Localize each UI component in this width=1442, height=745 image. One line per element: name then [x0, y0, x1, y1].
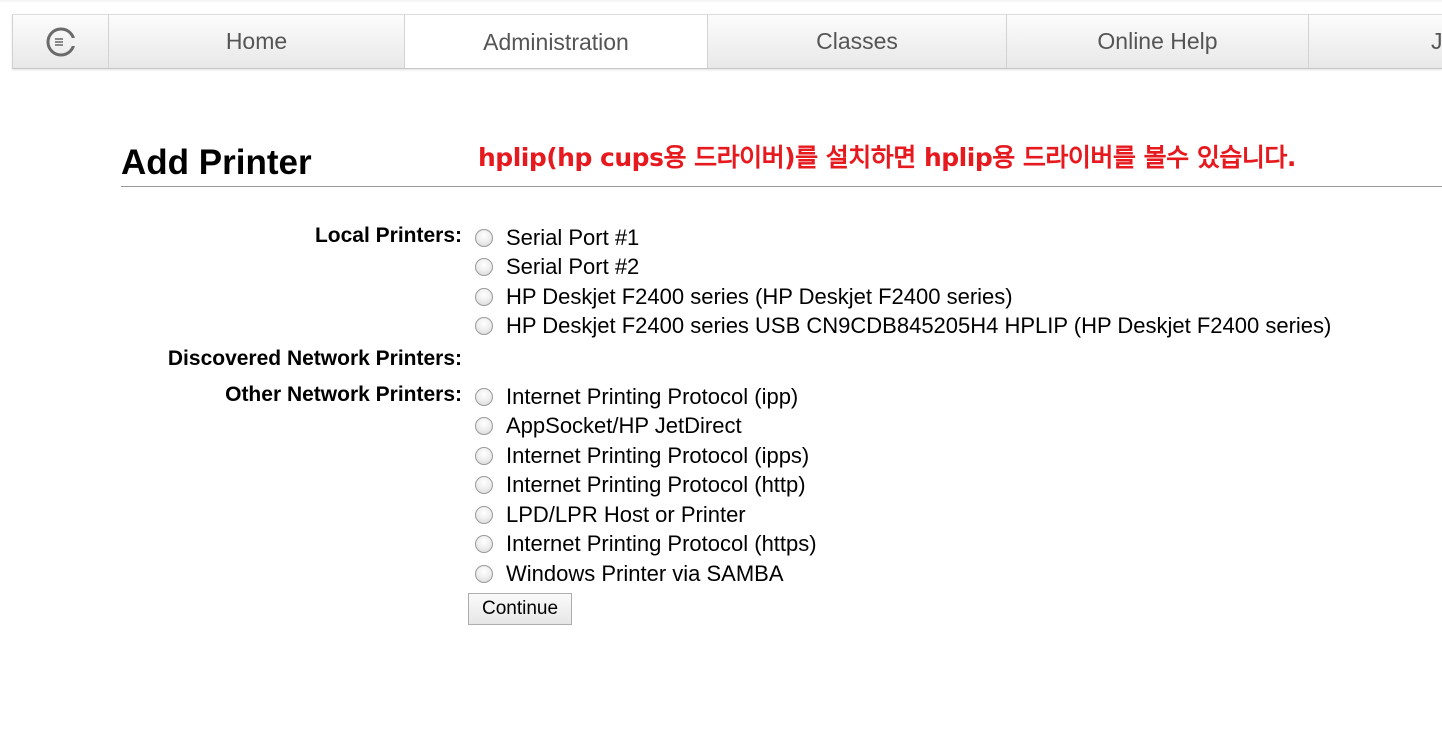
discovered-network-printers-label: Discovered Network Printers:	[167, 347, 462, 370]
radio-button[interactable]	[475, 565, 493, 583]
radio-button[interactable]	[475, 317, 493, 335]
top-border	[0, 0, 1442, 2]
radio-option-ipp[interactable]: Internet Printing Protocol (ipp)	[475, 385, 798, 409]
radio-option-http[interactable]: Internet Printing Protocol (http)	[475, 473, 806, 497]
option-label: Internet Printing Protocol (ipps)	[506, 443, 810, 468]
tab-online-help[interactable]: Online Help	[1006, 15, 1308, 68]
radio-option-serial-port-2[interactable]: Serial Port #2	[475, 255, 639, 279]
option-label: Internet Printing Protocol (http)	[506, 472, 806, 497]
option-label: Windows Printer via SAMBA	[506, 561, 784, 586]
title-divider	[121, 186, 1442, 187]
radio-button[interactable]	[475, 288, 493, 306]
radio-button[interactable]	[475, 535, 493, 553]
tab-administration[interactable]: Administration	[404, 15, 707, 68]
option-label: Serial Port #1	[506, 225, 640, 250]
radio-button[interactable]	[475, 506, 493, 524]
radio-button[interactable]	[475, 229, 493, 247]
option-label: Internet Printing Protocol (https)	[506, 531, 817, 556]
annotation-note: hplip(hp cups용 드라이버)를 설치하면 hplip용 드라이버를 …	[478, 143, 1296, 172]
option-label: AppSocket/HP JetDirect	[506, 413, 742, 438]
option-label: LPD/LPR Host or Printer	[506, 502, 746, 527]
radio-button[interactable]	[475, 388, 493, 406]
option-label: Serial Port #2	[506, 254, 640, 279]
local-printers-label: Local Printers:	[314, 224, 462, 247]
radio-option-appsocket[interactable]: AppSocket/HP JetDirect	[475, 414, 742, 438]
option-label: HP Deskjet F2400 series (HP Deskjet F240…	[506, 284, 1013, 309]
radio-option-https[interactable]: Internet Printing Protocol (https)	[475, 532, 817, 556]
radio-button[interactable]	[475, 476, 493, 494]
radio-option-lpd[interactable]: LPD/LPR Host or Printer	[475, 503, 746, 527]
tab-home[interactable]: Home	[108, 15, 404, 68]
page-title: Add Printer	[121, 143, 312, 182]
nav-logo-tab[interactable]	[12, 15, 108, 68]
other-network-printers-label: Other Network Printers:	[225, 383, 462, 406]
option-label: HP Deskjet F2400 series USB CN9CDB845205…	[506, 313, 1332, 338]
radio-option-ipps[interactable]: Internet Printing Protocol (ipps)	[475, 444, 809, 468]
radio-button[interactable]	[475, 447, 493, 465]
continue-button[interactable]: Continue	[468, 593, 572, 625]
nav-bar: Home Administration Classes Online Help …	[12, 14, 1442, 69]
radio-option-samba[interactable]: Windows Printer via SAMBA	[475, 562, 784, 586]
radio-option-hp-deskjet-hplip[interactable]: HP Deskjet F2400 series USB CN9CDB845205…	[475, 314, 1331, 338]
tab-classes[interactable]: Classes	[707, 15, 1006, 68]
radio-button[interactable]	[475, 417, 493, 435]
cups-logo-icon	[46, 27, 76, 56]
radio-option-hp-deskjet[interactable]: HP Deskjet F2400 series (HP Deskjet F240…	[475, 285, 1013, 309]
radio-option-serial-port-1[interactable]: Serial Port #1	[475, 226, 639, 250]
option-label: Internet Printing Protocol (ipp)	[506, 384, 799, 409]
tab-jobs[interactable]: J	[1308, 15, 1442, 68]
radio-button[interactable]	[475, 258, 493, 276]
